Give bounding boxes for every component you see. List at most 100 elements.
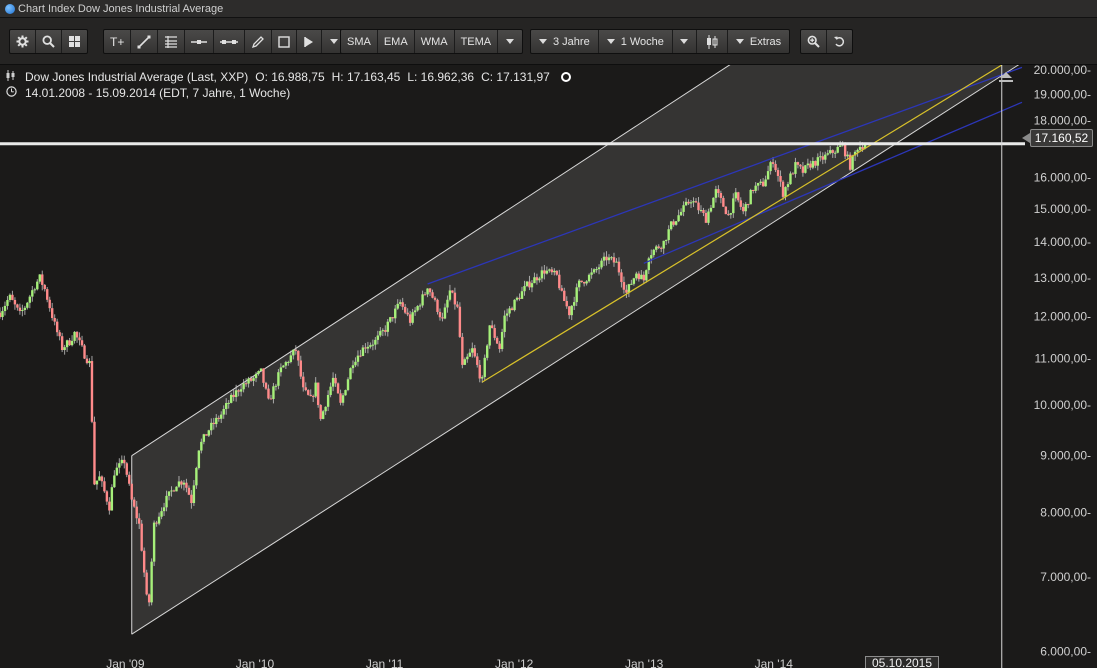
candle-body <box>655 246 658 250</box>
candle <box>205 434 208 436</box>
candle-body <box>856 149 859 152</box>
price-chart[interactable]: 6.000,00- 7.000,00- 8.000,00- 9.000,00- 10.0… <box>0 65 1097 668</box>
candle-body <box>709 207 713 212</box>
settings-gear-icon[interactable] <box>10 30 36 53</box>
rectangle-icon[interactable] <box>272 30 298 53</box>
candle-body <box>406 312 409 315</box>
candle-body <box>617 261 621 273</box>
candle-body <box>761 181 765 187</box>
candle-body <box>413 310 417 313</box>
chevron-down-icon <box>735 39 744 44</box>
candle-body <box>113 475 116 488</box>
candle-body <box>177 481 181 487</box>
candle-body <box>657 246 660 248</box>
candle-body <box>133 499 136 507</box>
candle-body <box>602 256 606 261</box>
indicator-dropdown[interactable] <box>498 30 522 53</box>
candle-body <box>269 398 273 400</box>
chevron-down-icon <box>606 39 615 44</box>
candle-body <box>391 317 394 319</box>
candle <box>83 343 86 360</box>
magnifier-icon[interactable] <box>36 30 62 53</box>
candle-body <box>428 288 432 293</box>
indicator-tema-button[interactable]: TEMA <box>455 30 499 53</box>
fibonacci-tool-icon[interactable] <box>158 30 186 53</box>
candle-body <box>443 307 447 319</box>
candle-body <box>274 385 278 387</box>
candle-body <box>11 294 14 300</box>
timeframe-group: 3 Jahre 1 Woche Extras <box>530 29 791 54</box>
text-tool-icon[interactable]: T+ <box>104 30 132 53</box>
candle-body <box>729 213 733 215</box>
candlestick-icon[interactable] <box>697 30 728 53</box>
candle-body <box>264 382 268 389</box>
candle-body <box>540 270 544 279</box>
candle-body <box>38 274 41 282</box>
candle-body <box>150 561 153 603</box>
x-tick-label: Jan '14 <box>755 657 794 668</box>
candle-body <box>476 356 479 365</box>
indicator-sma-button[interactable]: SMA <box>341 30 378 53</box>
scroll-to-top-icon[interactable] <box>998 70 1014 82</box>
pencil-icon[interactable] <box>245 30 273 53</box>
candle <box>90 355 94 424</box>
candle-body <box>103 481 106 492</box>
candle-body <box>570 305 573 316</box>
candle-body <box>95 480 99 485</box>
candle-body <box>505 313 509 316</box>
horizontal-line-icon[interactable] <box>185 30 215 53</box>
candle-body <box>165 495 168 508</box>
candle <box>513 299 516 312</box>
zoom-group <box>800 29 853 54</box>
zoom-in-icon[interactable] <box>801 30 827 53</box>
candle-body <box>98 476 101 481</box>
undo-icon[interactable] <box>827 30 852 53</box>
candle-body <box>272 386 275 400</box>
candle-body <box>356 355 360 362</box>
candle-body <box>3 305 7 312</box>
chevron-down-icon <box>506 39 515 44</box>
line-tool-icon[interactable] <box>131 30 159 53</box>
candle-body <box>389 317 392 322</box>
candle-body <box>58 332 61 337</box>
period-select[interactable]: 3 Jahre <box>531 30 599 53</box>
candle-body <box>287 361 290 363</box>
y-tick-label: 13.000,00- <box>1034 271 1091 285</box>
candle-body <box>118 463 121 468</box>
candle-body <box>674 221 678 225</box>
interval-select[interactable]: 1 Woche <box>599 30 673 53</box>
chart-type-dropdown[interactable] <box>673 30 697 53</box>
cursor-icon[interactable] <box>297 30 323 53</box>
candle-body <box>284 362 288 366</box>
candle-body <box>846 154 849 157</box>
extras-menu[interactable]: Extras <box>728 30 789 53</box>
candle-body <box>85 358 89 364</box>
candle-body <box>51 308 54 318</box>
candle-body <box>195 468 198 486</box>
candle-body <box>120 459 124 464</box>
candle-body <box>635 273 638 279</box>
indicator-wma-button[interactable]: WMA <box>415 30 455 53</box>
candle-body <box>650 255 653 259</box>
grid-layout-icon[interactable] <box>62 30 87 53</box>
candle-body <box>486 345 489 358</box>
candle-body <box>473 348 476 357</box>
candle-body <box>513 299 516 311</box>
chevron-down-icon <box>539 39 547 44</box>
candle-body <box>157 516 161 524</box>
candle-body <box>458 306 462 337</box>
candle-body <box>70 340 74 346</box>
clock-icon <box>6 85 18 101</box>
candle-body <box>471 348 474 353</box>
indicator-ema-button[interactable]: EMA <box>378 30 415 53</box>
candle-body <box>431 292 434 298</box>
candle-body <box>764 179 767 187</box>
candle-body <box>319 404 322 419</box>
candle-body <box>436 299 439 312</box>
ray-tool-icon[interactable] <box>214 30 246 53</box>
candle-body <box>771 162 775 164</box>
candle-body <box>267 388 270 399</box>
candle-body <box>155 522 158 524</box>
settings-circle-icon[interactable] <box>560 72 571 82</box>
candle-body <box>200 441 203 451</box>
